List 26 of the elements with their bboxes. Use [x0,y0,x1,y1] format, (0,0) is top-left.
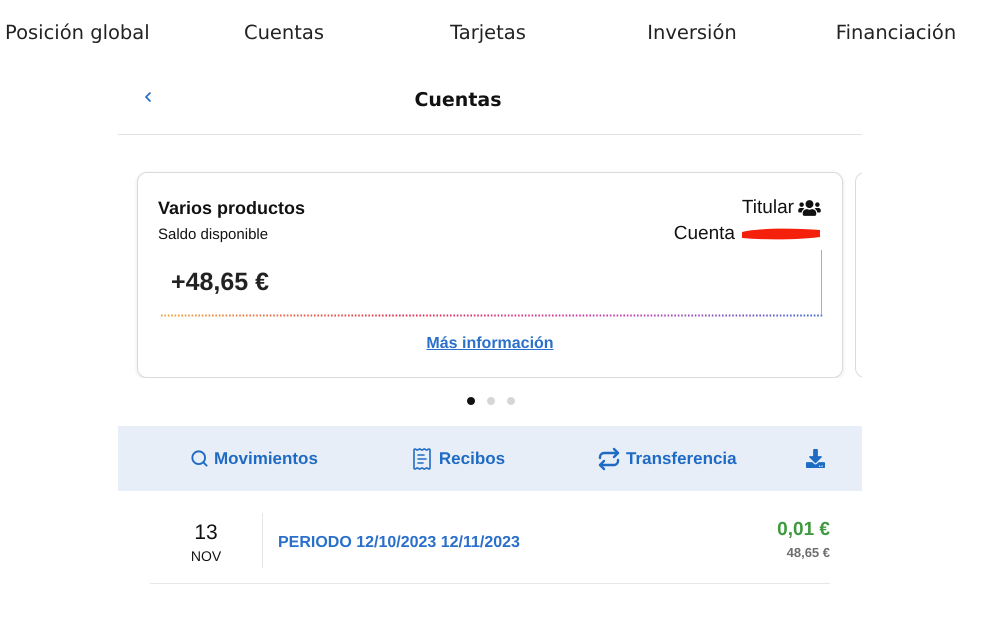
repeat-arrows-icon [597,446,622,470]
users-icon [797,199,822,217]
action-button[interactable]: Movimientos [190,448,318,468]
movement-description[interactable]: PERIODO 12/10/2023 12/11/2023 [278,530,520,554]
more-info-link[interactable]: Más información [426,334,554,354]
movement-day: 13 [194,520,218,544]
action-button[interactable]: Recibos [410,444,506,472]
account-card[interactable]: Varios productos Saldo disponible Titular Cuenta +48,65 € Más información [137,172,843,378]
balance-label: Saldo disponible [158,226,268,244]
balance-amount: +48,65 € [171,267,270,297]
download-button[interactable] [806,449,825,468]
product-name: Varios productos [158,197,306,219]
running-balance: 48,65 € [786,544,830,560]
account-name: Cuenta [674,223,735,245]
movement-amount: 0,01 € [777,518,830,540]
holder-role: Titular [742,197,794,219]
nav-tab[interactable]: Inversión [647,18,737,48]
download-icon [806,449,825,468]
nav-tab[interactable]: Cuentas [244,18,324,48]
search-icon [190,449,209,468]
action-button[interactable]: Transferencia [597,446,737,470]
nav-tab[interactable]: Financiación [836,18,956,48]
nav-tab[interactable]: Posición global [5,18,150,48]
page-title: Cuentas [414,88,502,113]
movement-month: NOV [190,546,222,564]
nav-tab[interactable]: Tarjetas [450,18,526,48]
